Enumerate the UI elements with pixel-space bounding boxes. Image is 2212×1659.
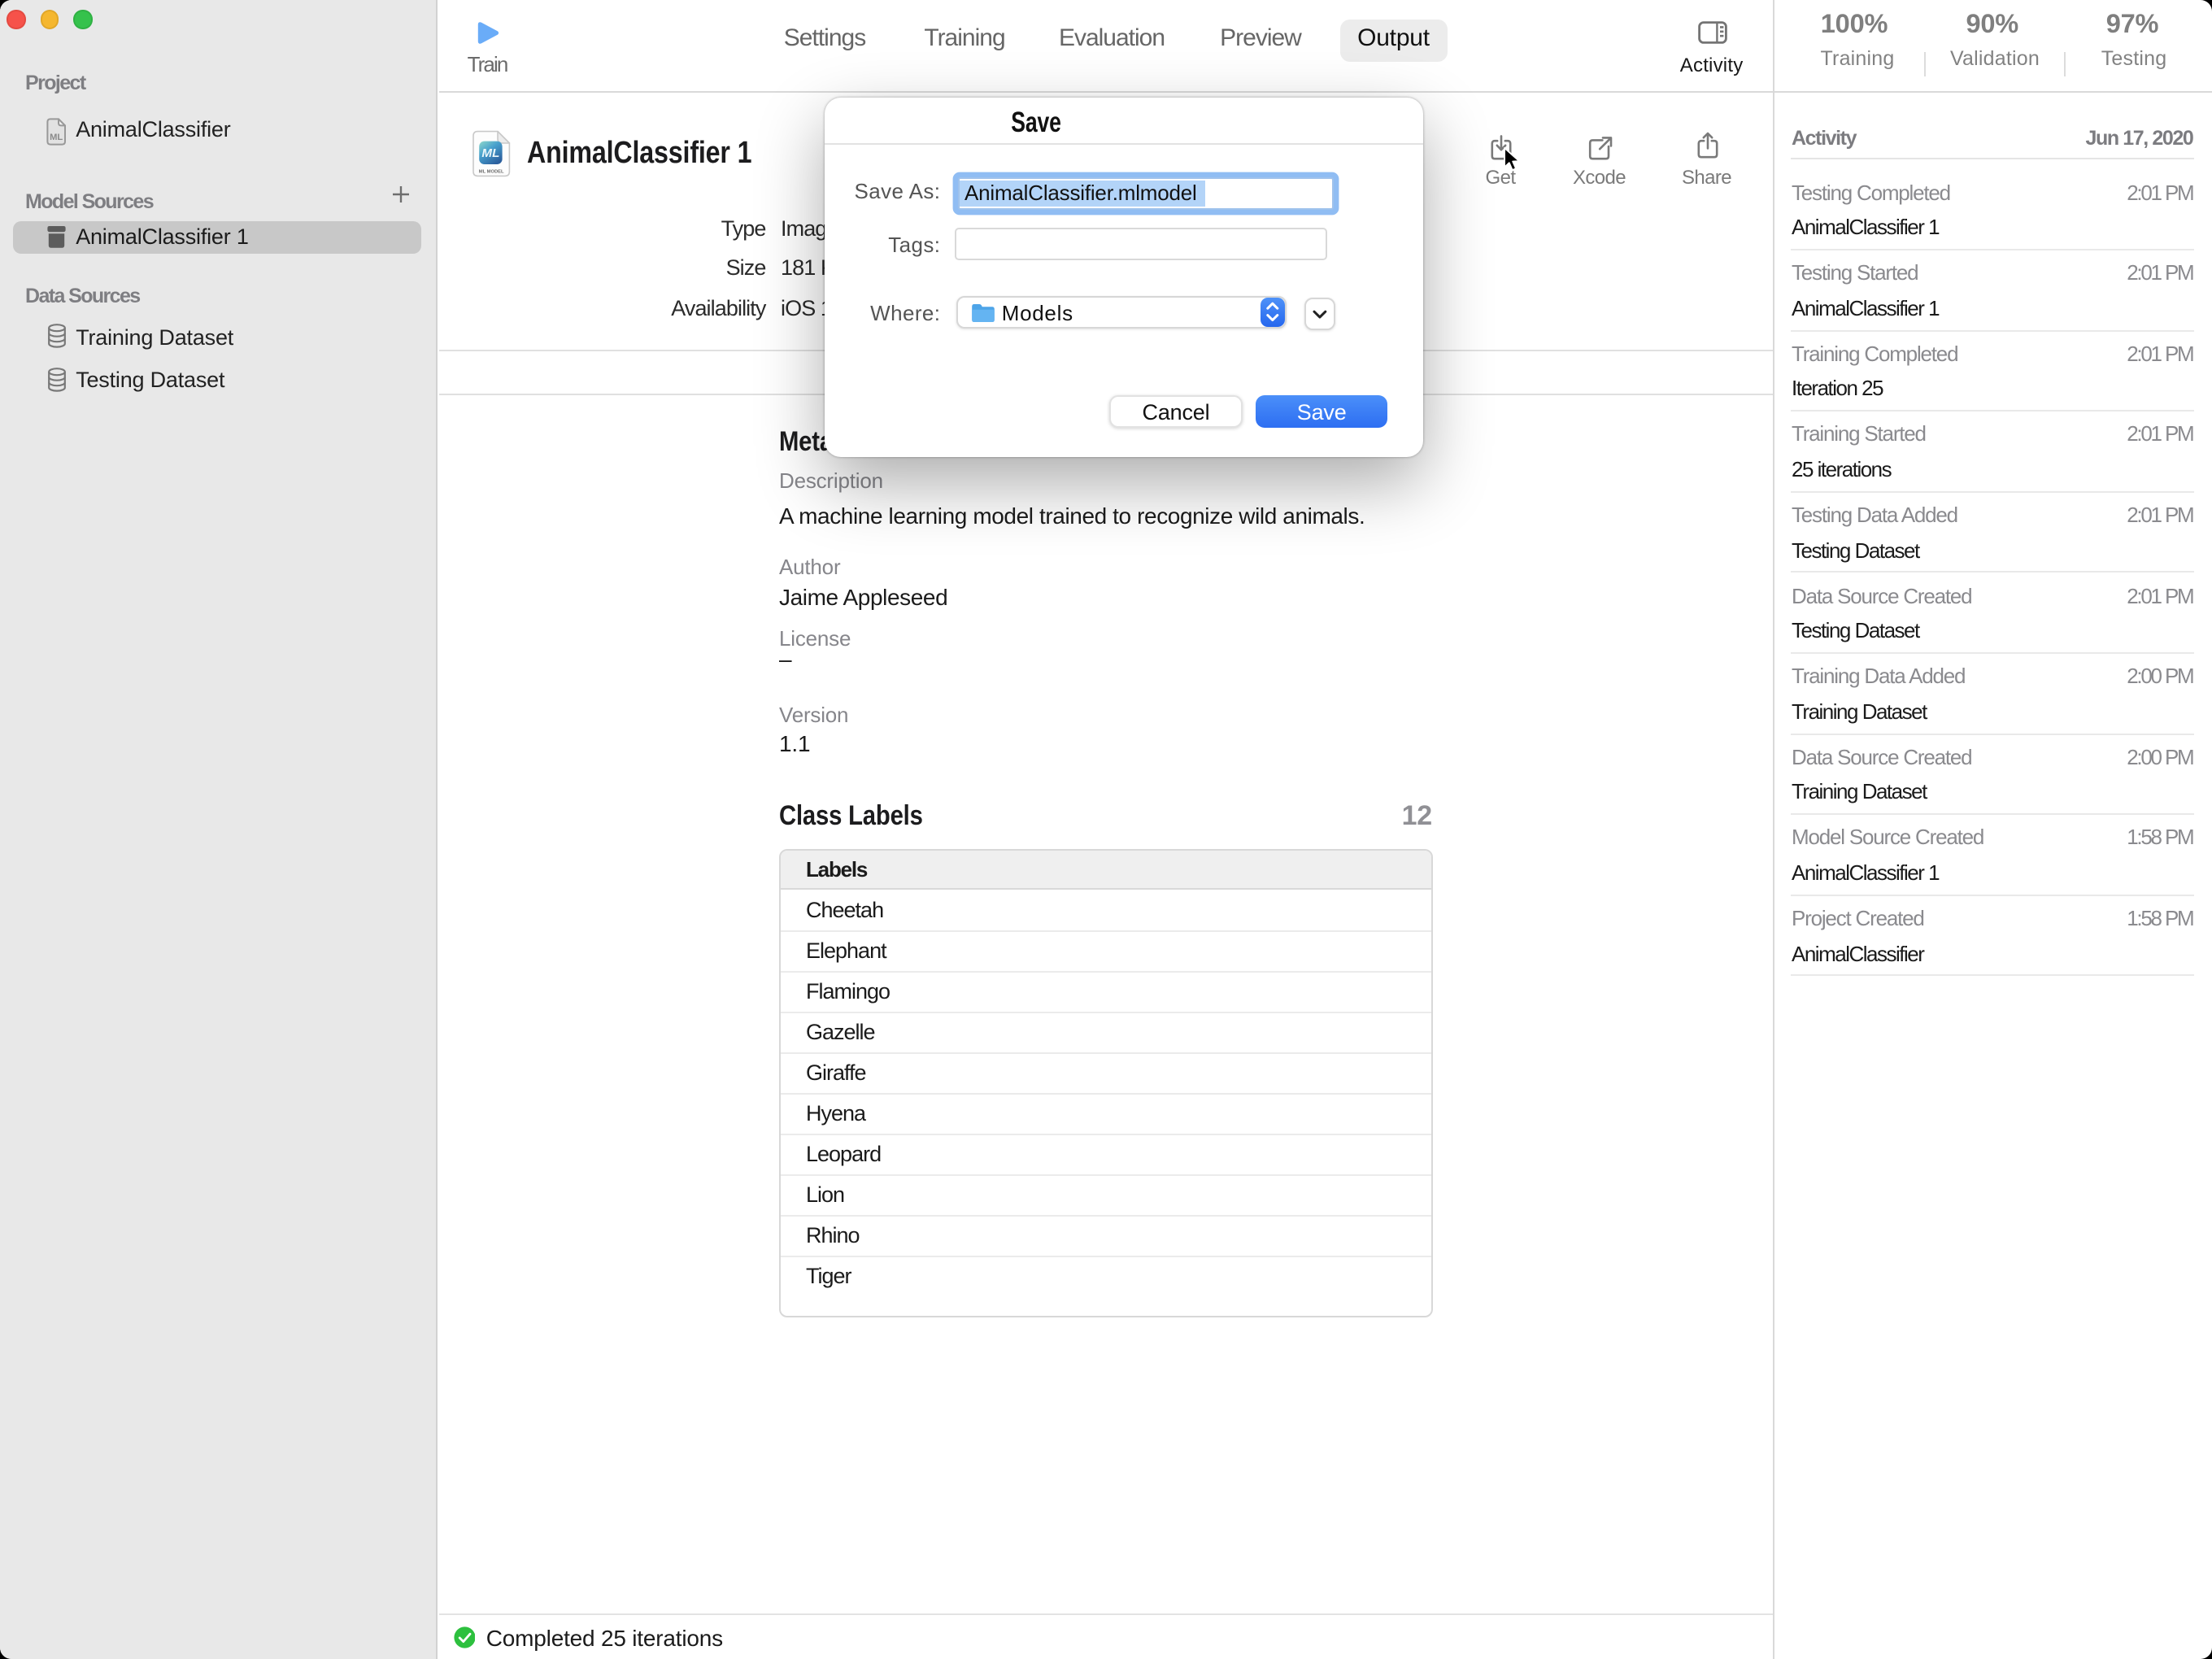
svg-text:ML MODEL: ML MODEL <box>478 168 503 173</box>
svg-text:ML: ML <box>481 146 499 159</box>
svg-text:ML: ML <box>50 133 63 142</box>
